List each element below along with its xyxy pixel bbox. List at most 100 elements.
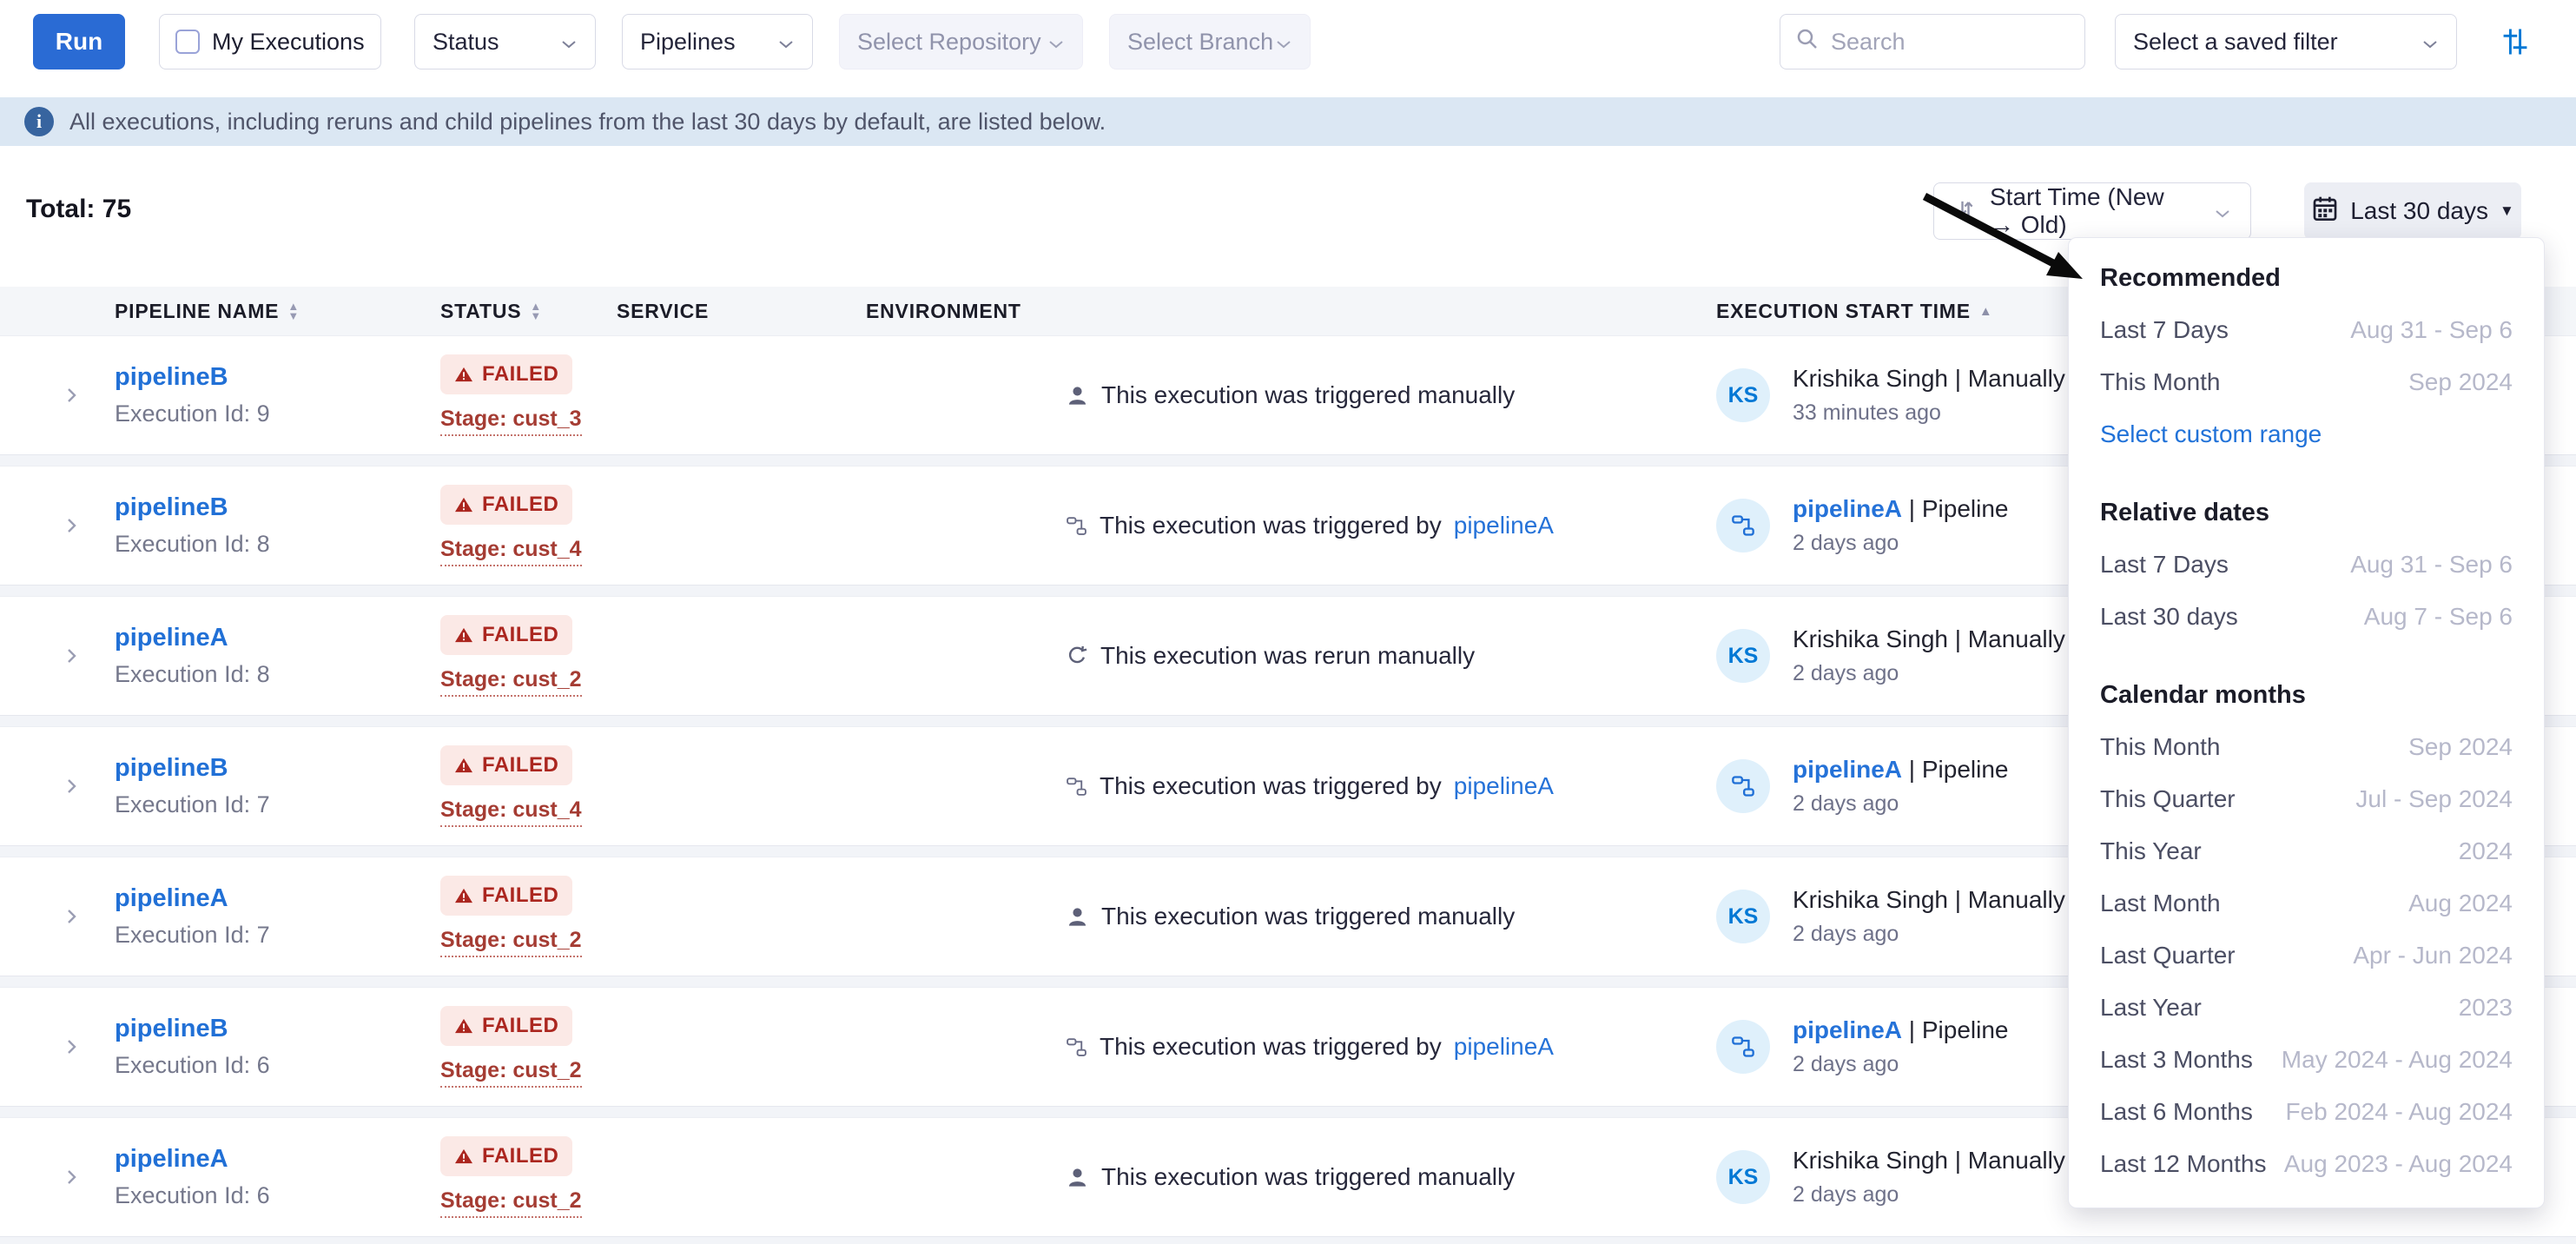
date-range-option[interactable]: Last 6 Months Feb 2024 - Aug 2024 (2100, 1086, 2513, 1138)
failed-stage-link[interactable]: Stage: cust_4 (440, 797, 582, 827)
failed-stage-link[interactable]: Stage: cust_4 (440, 537, 582, 566)
option-date-range: Sep 2024 (2408, 733, 2513, 761)
trigger-pipeline-link[interactable]: pipelineA (1454, 1033, 1554, 1061)
date-range-menu: RecommendedLast 7 Days Aug 31 - Sep 6Thi… (2068, 237, 2545, 1208)
trigger-message: This execution was triggered by (1100, 512, 1442, 539)
option-label: Last Month (2100, 890, 2221, 917)
pipelines-filter-label: Pipelines (640, 29, 736, 56)
option-date-range: Aug 31 - Sep 6 (2350, 551, 2513, 579)
date-range-option[interactable]: This Year 2024 (2100, 825, 2513, 877)
my-executions-toggle[interactable]: My Executions (159, 14, 381, 69)
select-branch-dropdown[interactable]: Select Branch (1109, 14, 1311, 69)
row-expand-chevron-icon[interactable] (61, 515, 82, 536)
date-range-option[interactable]: Last Year 2023 (2100, 982, 2513, 1034)
by-pipeline-link[interactable]: pipelineA (1793, 756, 1902, 783)
row-expand-chevron-icon[interactable] (61, 385, 82, 406)
top-toolbar: Run My Executions Status Pipelines Selec… (0, 0, 2576, 85)
failed-stage-link[interactable]: Stage: cust_3 (440, 407, 582, 436)
pipeline-name-link[interactable]: pipelineA (115, 1145, 228, 1173)
pipeline-icon (1066, 776, 1087, 797)
header-status[interactable]: STATUS ▲▼ (440, 287, 542, 335)
search-container (1780, 14, 2085, 69)
status-filter-dropdown[interactable]: Status (414, 14, 596, 69)
pipeline-name-link[interactable]: pipelineB (115, 363, 228, 391)
relative-time: 2 days ago (1793, 661, 2065, 686)
option-label: Last 30 days (2100, 603, 2238, 631)
trigger-message: This execution was triggered by (1100, 772, 1442, 800)
date-range-option[interactable]: Last 12 Months Aug 2023 - Aug 2024 (2100, 1138, 2513, 1190)
failed-stage-link[interactable]: Stage: cust_2 (440, 667, 582, 697)
pipeline-name-link[interactable]: pipelineB (115, 493, 228, 521)
triggered-by-line: pipelineA | Pipeline (1793, 1016, 2008, 1044)
trigger-message: This execution was triggered manually (1101, 903, 1515, 930)
row-expand-chevron-icon[interactable] (61, 776, 82, 797)
date-range-option[interactable]: Last 30 days Aug 7 - Sep 6 (2100, 591, 2513, 643)
status-badge: FAILED (440, 1136, 572, 1176)
chevron-down-icon (2421, 29, 2439, 56)
avatar-initials: KS (1728, 904, 1759, 930)
row-expand-chevron-icon[interactable] (61, 1167, 82, 1188)
header-execution-start-time[interactable]: EXECUTION START TIME ▲ (1716, 287, 1993, 335)
by-pipeline-link[interactable]: pipelineA (1793, 495, 1902, 522)
chevron-down-icon (560, 29, 578, 56)
select-repository-dropdown[interactable]: Select Repository (839, 14, 1083, 69)
date-range-option[interactable]: This Month Sep 2024 (2100, 356, 2513, 408)
option-label: Last 6 Months (2100, 1098, 2253, 1126)
triggered-by-line: Krishika Singh | Manually (1793, 1147, 2065, 1175)
trigger-pipeline-link[interactable]: pipelineA (1454, 512, 1554, 539)
by-pipeline-link[interactable]: pipelineA (1793, 1016, 1902, 1043)
saved-filter-dropdown[interactable]: Select a saved filter (2115, 14, 2457, 69)
date-range-option[interactable]: Last 7 Days Aug 31 - Sep 6 (2100, 304, 2513, 356)
failed-warning-icon (454, 887, 473, 904)
option-date-range: Feb 2024 - Aug 2024 (2285, 1098, 2513, 1126)
pipeline-avatar (1716, 499, 1770, 553)
date-range-option[interactable]: Last 3 Months May 2024 - Aug 2024 (2100, 1034, 2513, 1086)
failed-stage-link[interactable]: Stage: cust_2 (440, 1058, 582, 1088)
pipeline-name-link[interactable]: pipelineA (115, 624, 228, 652)
option-date-range: Sep 2024 (2408, 368, 2513, 396)
search-input[interactable] (1831, 29, 2071, 56)
date-range-option[interactable]: This Quarter Jul - Sep 2024 (2100, 773, 2513, 825)
trigger-pipeline-link[interactable]: pipelineA (1454, 772, 1554, 800)
pipeline-icon (1066, 515, 1087, 537)
relative-time: 2 days ago (1793, 1052, 2008, 1077)
calendar-icon (2311, 195, 2339, 228)
user-avatar: KS (1716, 629, 1770, 683)
chevron-down-icon (1275, 29, 1292, 56)
date-range-button[interactable]: Last 30 days ▼ (2304, 182, 2521, 240)
date-range-option[interactable]: Select custom range (2100, 408, 2513, 460)
trigger-message: This execution was triggered manually (1101, 381, 1515, 409)
sort-asc-icon: ▲ (1979, 304, 1993, 319)
row-expand-chevron-icon[interactable] (61, 906, 82, 927)
failed-warning-icon (454, 496, 473, 513)
relative-time: 2 days ago (1793, 791, 2008, 817)
failed-stage-link[interactable]: Stage: cust_2 (440, 928, 582, 957)
status-badge: FAILED (440, 354, 572, 394)
run-button[interactable]: Run (33, 14, 125, 69)
pipelines-filter-dropdown[interactable]: Pipelines (622, 14, 813, 69)
option-label: Last Quarter (2100, 942, 2236, 969)
date-range-option[interactable]: Last Quarter Apr - Jun 2024 (2100, 930, 2513, 982)
row-expand-chevron-icon[interactable] (61, 1036, 82, 1057)
execution-id: Execution Id: 6 (115, 1182, 270, 1209)
date-range-option[interactable]: Last 7 Days Aug 31 - Sep 6 (2100, 539, 2513, 591)
avatar-initials: KS (1728, 383, 1759, 408)
select-repository-label: Select Repository (857, 29, 1041, 56)
option-date-range: Apr - Jun 2024 (2353, 942, 2513, 969)
chevron-down-icon (1047, 29, 1065, 56)
filter-settings-icon[interactable] (2496, 14, 2534, 69)
date-range-option[interactable]: Last Month Aug 2024 (2100, 877, 2513, 930)
option-date-range: Aug 2024 (2408, 890, 2513, 917)
status-badge: FAILED (440, 745, 572, 785)
option-label: Last 3 Months (2100, 1046, 2253, 1074)
failed-stage-link[interactable]: Stage: cust_2 (440, 1188, 582, 1218)
row-expand-chevron-icon[interactable] (61, 645, 82, 666)
sort-dropdown[interactable]: Start Time (New → Old) (1933, 182, 2251, 240)
pipeline-name-link[interactable]: pipelineB (115, 1015, 228, 1042)
header-pipeline-name[interactable]: PIPELINE NAME ▲▼ (115, 287, 300, 335)
pipeline-name-link[interactable]: pipelineB (115, 754, 228, 782)
pipeline-name-link[interactable]: pipelineA (115, 884, 228, 912)
date-range-option[interactable]: This Month Sep 2024 (2100, 721, 2513, 773)
my-executions-checkbox[interactable] (175, 30, 200, 54)
info-icon: i (24, 107, 54, 136)
